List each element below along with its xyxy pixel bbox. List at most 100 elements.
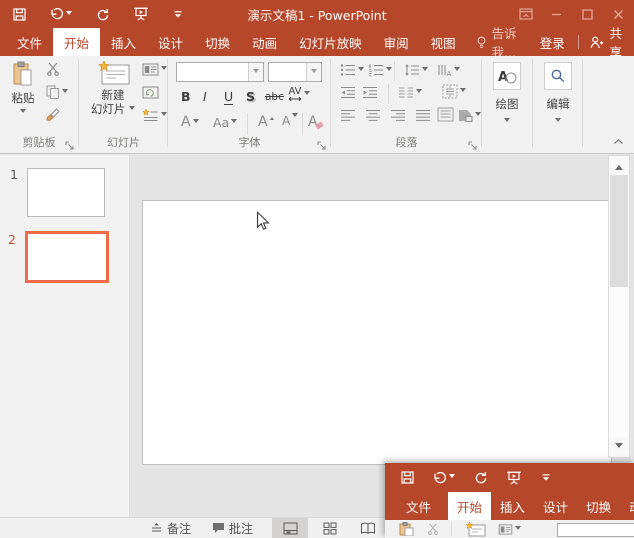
layout-button[interactable] [142, 63, 167, 76]
clear-formatting-button[interactable]: A [308, 114, 323, 130]
slide-canvas[interactable] [142, 200, 612, 465]
justify-button[interactable] [415, 109, 431, 122]
notes-button[interactable]: 备注 [150, 518, 191, 538]
font-name-dropdown-icon[interactable] [248, 63, 263, 81]
vertical-scrollbar[interactable] [608, 155, 630, 458]
sign-in-button[interactable]: 登录 [529, 28, 576, 56]
comments-button[interactable]: 批注 [212, 518, 253, 538]
tab-home[interactable]: 开始 [53, 28, 100, 56]
tab-insert[interactable]: 插入 [100, 28, 147, 56]
tab-file[interactable]: 文件 [397, 492, 440, 520]
share-button[interactable]: 共享 [580, 28, 632, 56]
bullets-button[interactable] [340, 63, 364, 77]
align-center-button[interactable] [365, 109, 381, 122]
slide-1-thumbnail[interactable] [27, 168, 105, 217]
font-size-dropdown-icon[interactable] [306, 63, 321, 81]
italic-button[interactable]: I [203, 89, 207, 104]
tab-slideshow[interactable]: 幻灯片放映 [288, 28, 373, 56]
copy-button[interactable] [46, 85, 68, 99]
undo-button[interactable] [433, 472, 455, 484]
tab-home[interactable]: 开始 [448, 492, 491, 520]
spacing-dropdown-icon[interactable] [304, 91, 310, 98]
align-text-dropdown-icon[interactable] [460, 88, 466, 95]
numbering-button[interactable] [368, 63, 392, 77]
align-left-button[interactable] [340, 109, 356, 122]
layout-button[interactable] [498, 524, 521, 535]
paste-button[interactable]: 粘贴 [5, 61, 41, 116]
tab-design[interactable]: 设计 [534, 492, 577, 520]
text-direction-button[interactable]: A [436, 63, 460, 77]
redo-icon[interactable] [96, 8, 109, 21]
redo-icon[interactable] [474, 471, 487, 484]
font-name-combo[interactable] [176, 62, 264, 82]
clipboard-dialog-launcher-icon[interactable] [65, 141, 74, 150]
slide-sorter-view-button[interactable] [312, 518, 348, 538]
change-case-button[interactable]: Aa [213, 115, 237, 130]
minimize-icon[interactable] [541, 0, 572, 28]
tab-animations[interactable]: 动画 [241, 28, 288, 56]
tab-design[interactable]: 设计 [147, 28, 194, 56]
maximize-icon[interactable] [572, 0, 603, 28]
underline-button[interactable]: U [224, 89, 233, 105]
reading-view-button[interactable] [350, 518, 386, 538]
align-text-button[interactable] [442, 84, 466, 99]
save-icon[interactable] [13, 8, 26, 21]
text-direction-dropdown-icon[interactable] [454, 67, 460, 74]
copy-dropdown-icon[interactable] [62, 89, 68, 96]
tab-transitions[interactable]: 切换 [577, 492, 620, 520]
overlay-powerpoint-window[interactable]: 文件 开始 插入 设计 切换 动画 [385, 463, 634, 538]
columns-dropdown-icon[interactable] [416, 89, 422, 96]
normal-view-button[interactable] [272, 518, 308, 538]
text-shadow-button[interactable]: S [246, 89, 255, 104]
tab-view[interactable]: 视图 [420, 28, 467, 56]
change-case-dropdown-icon[interactable] [231, 119, 237, 126]
tell-me-box[interactable]: 告诉我... [467, 28, 529, 56]
new-slide-icon[interactable] [464, 522, 486, 537]
layout-dropdown-icon[interactable] [515, 526, 521, 533]
font-size-combo[interactable] [268, 62, 322, 82]
numbering-dropdown-icon[interactable] [386, 67, 392, 74]
format-painter-button[interactable] [46, 108, 60, 122]
font-dialog-launcher-icon[interactable] [317, 141, 326, 150]
font-color-button[interactable]: A [181, 114, 199, 130]
reset-button[interactable] [142, 86, 159, 99]
scroll-up-button[interactable] [609, 156, 629, 175]
paste-dropdown-icon[interactable] [20, 109, 26, 116]
character-spacing-button[interactable]: AV [288, 87, 310, 102]
columns-button[interactable] [398, 86, 422, 99]
section-button[interactable] [142, 109, 167, 122]
tab-transitions[interactable]: 切换 [194, 28, 241, 56]
convert-smartart-button[interactable] [458, 109, 481, 122]
tab-file[interactable]: 文件 [6, 28, 53, 56]
drawing-menu-button[interactable]: A 绘图 [493, 62, 521, 125]
slideshow-from-beginning-icon[interactable] [506, 471, 522, 485]
decrease-indent-button[interactable] [340, 86, 356, 99]
save-icon[interactable] [401, 471, 414, 484]
scroll-down-button[interactable] [609, 438, 629, 457]
tab-animations[interactable]: 动画 [620, 492, 634, 520]
increase-indent-button[interactable] [362, 86, 378, 99]
bullets-dropdown-icon[interactable] [358, 67, 364, 74]
cut-button[interactable] [46, 62, 60, 76]
slideshow-from-beginning-icon[interactable] [133, 7, 149, 21]
overlay-font-name-combo[interactable] [557, 523, 634, 537]
bold-button[interactable]: B [181, 89, 191, 104]
editing-menu-button[interactable]: 编辑 [544, 62, 572, 125]
tab-insert[interactable]: 插入 [491, 492, 534, 520]
paragraph-dialog-launcher-icon[interactable] [468, 141, 477, 150]
cut-scissors-icon[interactable] [427, 523, 439, 535]
drawing-dropdown-icon[interactable] [504, 118, 510, 125]
line-spacing-button[interactable] [404, 63, 428, 77]
line-spacing-dropdown-icon[interactable] [422, 67, 428, 74]
align-right-button[interactable] [390, 109, 406, 122]
new-slide-dropdown-icon[interactable] [129, 106, 135, 113]
distribute-button[interactable] [437, 107, 454, 122]
undo-button[interactable] [50, 8, 72, 20]
customize-quick-access-toolbar-icon[interactable] [541, 473, 551, 482]
undo-dropdown-icon[interactable] [66, 11, 72, 18]
collapse-ribbon-icon[interactable] [613, 138, 624, 145]
tab-review[interactable]: 审阅 [373, 28, 420, 56]
undo-dropdown-icon[interactable] [449, 474, 455, 481]
decrease-font-size-button[interactable]: A [282, 114, 298, 128]
scrollbar-thumb[interactable] [610, 175, 628, 287]
